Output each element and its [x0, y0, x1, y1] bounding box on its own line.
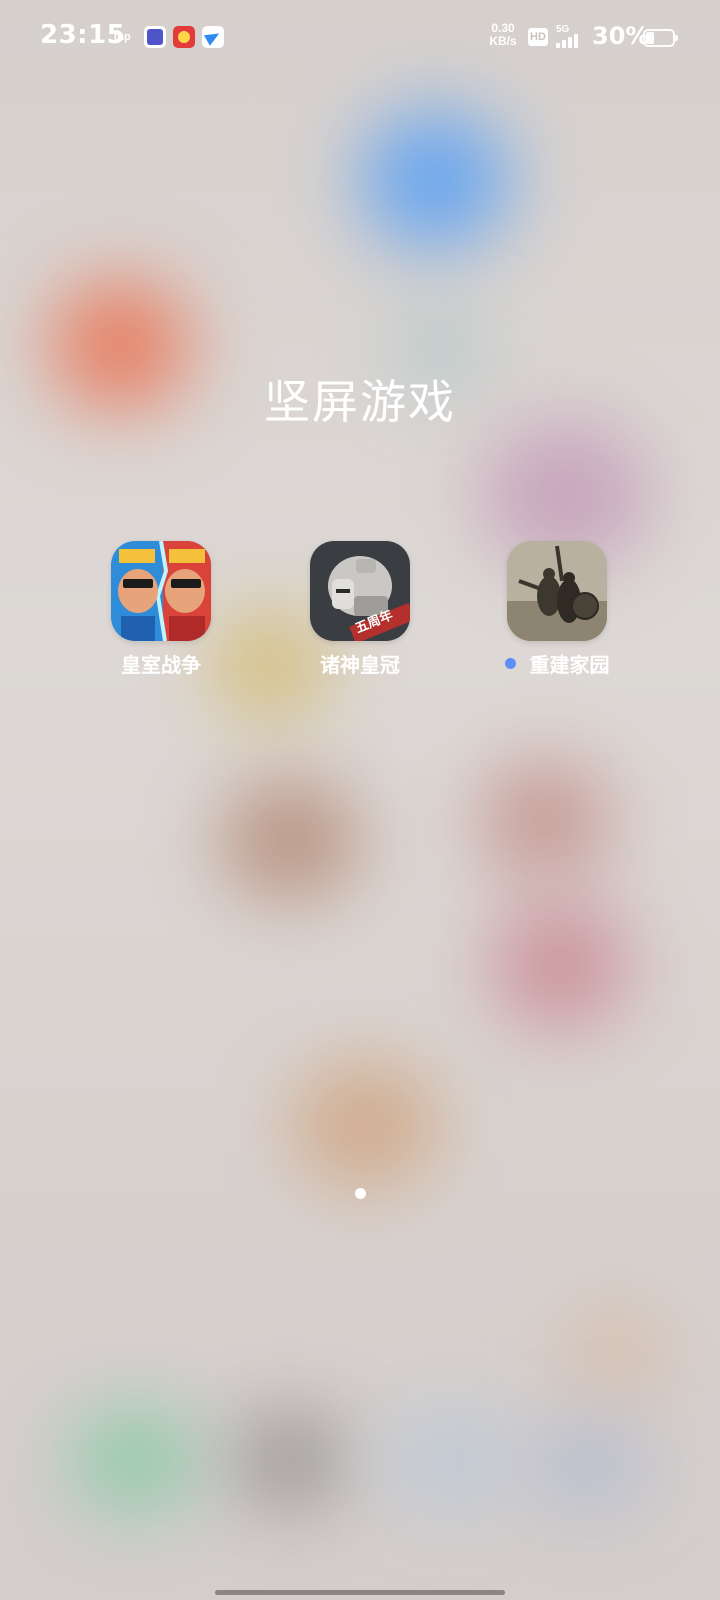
dock-blurred-gray	[235, 1410, 345, 1510]
battery-level	[646, 32, 654, 44]
blurred-app-red	[480, 760, 610, 880]
home-gesture-bar[interactable]	[215, 1590, 505, 1595]
signal-bar	[568, 37, 572, 48]
signal-icon: 5G	[556, 24, 588, 50]
folder-title[interactable]: 坚屏游戏	[0, 366, 720, 432]
signal-bar	[556, 43, 560, 48]
signal-bar	[574, 34, 578, 48]
blurred-app-beige	[560, 1300, 670, 1410]
network-speed: 0.30 KB/s	[486, 22, 520, 48]
game-notification-icon	[173, 26, 195, 48]
new-install-dot	[504, 658, 516, 669]
app-clash-royale[interactable]: 皇室战争	[81, 541, 241, 678]
wallpaper	[0, 0, 720, 1600]
app-rebuild-homeland[interactable]: 重建家园	[477, 541, 637, 678]
app-gods-crown[interactable]: 五周年 诸神皇冠	[280, 541, 440, 678]
dock-blurred-lightblue	[385, 1410, 515, 1510]
battery-icon	[643, 29, 678, 47]
network-speed-unit: KB/s	[489, 34, 517, 48]
tieba-icon	[144, 26, 166, 48]
battery-tip	[675, 35, 678, 41]
signal-bar	[562, 40, 566, 48]
dock-blurred-blue	[530, 1420, 650, 1510]
clash-royale-icon[interactable]	[111, 541, 211, 641]
tap-icon: Tap	[112, 31, 131, 43]
app-label: 重建家园	[477, 649, 637, 678]
app-label: 诸神皇冠	[280, 649, 440, 678]
blurred-app-brown	[220, 780, 360, 900]
dock-blurred-green	[70, 1410, 200, 1510]
blurred-app-blue	[360, 110, 510, 250]
app-label-text: 皇室战争	[121, 653, 201, 677]
blurred-app-pink	[490, 900, 630, 1030]
app-label-text: 诸神皇冠	[320, 653, 400, 677]
battery-percent: 30%	[592, 22, 650, 50]
app-label: 皇室战争	[81, 649, 241, 678]
rebuild-homeland-icon[interactable]	[507, 541, 607, 641]
gods-crown-icon[interactable]: 五周年	[310, 541, 410, 641]
network-type: 5G	[556, 24, 570, 35]
app-label-text: 重建家园	[529, 653, 610, 677]
blurred-app-peach	[290, 1060, 440, 1190]
paper-plane-icon	[202, 26, 224, 48]
hd-icon: HD	[528, 28, 548, 46]
page-indicator-dot	[355, 1188, 366, 1199]
status-bar: 23:15 Tap 0.30 KB/s HD 5G 30%	[0, 0, 720, 76]
